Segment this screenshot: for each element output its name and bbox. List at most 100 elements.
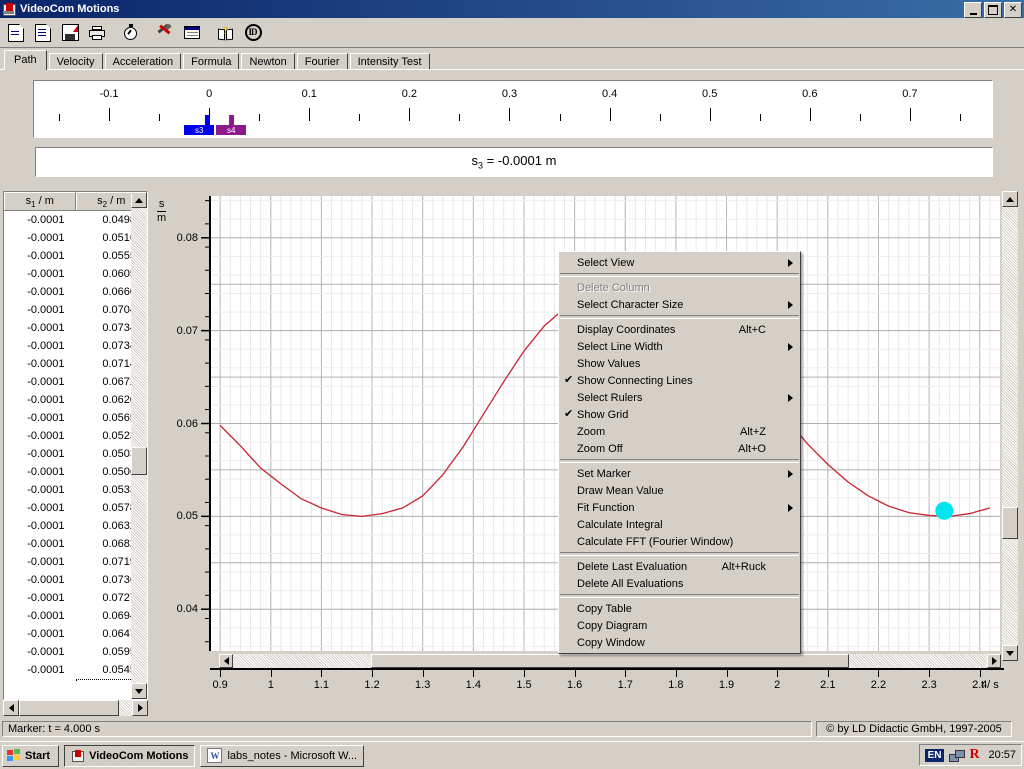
open-icon[interactable]	[30, 20, 56, 45]
ruler-marker-s3[interactable]: s3	[184, 115, 215, 135]
table-row[interactable]: -0.0001 0.0660	[4, 283, 147, 301]
table-cell[interactable]: -0.0001	[4, 481, 76, 499]
table-body[interactable]: -0.0001 0.0498 -0.0001 0.0516 -0.0001 0.0555-…	[4, 211, 147, 682]
menu-item-display-coordinates[interactable]: Display Coordinates Alt+C	[559, 321, 800, 338]
table-row[interactable]: -0.0001 0.0647	[4, 625, 147, 643]
save-icon[interactable]	[57, 20, 83, 45]
tab-intensity-test[interactable]: Intensity Test	[349, 53, 430, 70]
timer-icon[interactable]	[118, 20, 144, 45]
table-cell[interactable]: -0.0001	[4, 301, 76, 319]
menu-item-show-connecting-lines[interactable]: ✔ Show Connecting Lines	[559, 372, 800, 389]
scroll-down-button[interactable]	[131, 683, 147, 699]
ld-logo-icon[interactable]: ID	[240, 20, 266, 45]
tab-acceleration[interactable]: Acceleration	[104, 53, 182, 70]
menu-item-delete-all-evaluations[interactable]: Delete All Evaluations	[559, 575, 800, 592]
scroll-up-button[interactable]	[131, 192, 147, 208]
menu-item-zoom-off[interactable]: Zoom Off Alt+O	[559, 440, 800, 457]
scroll-left-button[interactable]	[3, 700, 19, 716]
table-cell[interactable]: -0.0001	[4, 661, 76, 679]
table-row[interactable]: -0.0001 0.0545	[4, 661, 147, 679]
menu-item-select-line-width[interactable]: Select Line Width	[559, 338, 800, 355]
table-row[interactable]: -0.0001 0.0682	[4, 535, 147, 553]
table-row[interactable]: -0.0001 0.0533	[4, 481, 147, 499]
menu-item-zoom[interactable]: Zoom Alt+Z	[559, 423, 800, 440]
menu-item-calculate-fft-fourier-window[interactable]: Calculate FFT (Fourier Window)	[559, 533, 800, 550]
window-icon[interactable]	[179, 20, 205, 45]
taskbar-item-word[interactable]: W labs_notes - Microsoft W...	[200, 744, 365, 767]
table-cell[interactable]: -0.0001	[4, 625, 76, 643]
table-hscroll-thumb[interactable]	[19, 700, 119, 716]
table-row[interactable]: -0.0001 0.0672	[4, 373, 147, 391]
table-cell[interactable]: -0.0001	[4, 607, 76, 625]
menu-item-delete-last-evaluation[interactable]: Delete Last Evaluation Alt+Ruck	[559, 558, 800, 575]
table-row[interactable]: -0.0001 0.0704	[4, 301, 147, 319]
table-row[interactable]: -0.0001 0.0565	[4, 409, 147, 427]
table-cell[interactable]: -0.0001	[4, 265, 76, 283]
cursor-marker[interactable]	[935, 501, 954, 520]
table-row[interactable]: -0.0001 0.0620	[4, 391, 147, 409]
table-cell[interactable]: -0.0001	[4, 337, 76, 355]
table-cell[interactable]: -0.0001	[4, 517, 76, 535]
table-scroll-thumb[interactable]	[131, 447, 147, 475]
table-cell[interactable]: -0.0001	[4, 535, 76, 553]
minimize-button[interactable]	[964, 2, 982, 18]
table-cell[interactable]: -0.0001	[4, 373, 76, 391]
network-icon[interactable]	[949, 749, 966, 762]
menu-item-fit-function[interactable]: Fit Function	[559, 499, 800, 516]
table-row[interactable]: -0.0001 0.0736	[4, 571, 147, 589]
table-cell[interactable]: -0.0001	[4, 571, 76, 589]
chart-scroll-left-button[interactable]	[219, 654, 233, 668]
menu-item-copy-window[interactable]: Copy Window	[559, 634, 800, 651]
new-icon[interactable]	[3, 20, 29, 45]
restore-button[interactable]	[984, 2, 1002, 18]
table-row[interactable]: -0.0001 0.0516	[4, 229, 147, 247]
table-horizontal-scrollbar[interactable]	[3, 700, 148, 716]
menu-item-set-marker[interactable]: Set Marker	[559, 465, 800, 482]
table-cell[interactable]: -0.0001	[4, 499, 76, 517]
table-cell[interactable]: -0.0001	[4, 553, 76, 571]
tab-velocity[interactable]: Velocity	[48, 53, 103, 70]
table-cell[interactable]: -0.0001	[4, 211, 76, 229]
table-cell[interactable]: -0.0001	[4, 355, 76, 373]
menu-item-draw-mean-value[interactable]: Draw Mean Value	[559, 482, 800, 499]
table-cell[interactable]: -0.0001	[4, 229, 76, 247]
menu-item-show-values[interactable]: Show Values	[559, 355, 800, 372]
print-icon[interactable]	[84, 20, 110, 45]
table-cell[interactable]: -0.0001	[4, 445, 76, 463]
chart-vertical-scrollbar[interactable]	[1002, 191, 1018, 661]
table-row[interactable]: -0.0001 0.0555	[4, 247, 147, 265]
menu-item-copy-table[interactable]: Copy Table	[559, 600, 800, 617]
table-row[interactable]: -0.0001 0.0595	[4, 643, 147, 661]
chart-horizontal-scrollbar[interactable]	[219, 654, 1001, 668]
context-menu[interactable]: Select View Delete Column Select Character…	[558, 251, 801, 654]
chart-scroll-right-button[interactable]	[987, 654, 1001, 668]
start-button[interactable]: Start	[2, 744, 60, 767]
table-row[interactable]: -0.00010.0513	[4, 679, 147, 682]
taskbar-item-videocom[interactable]: VideoCom Motions	[64, 744, 196, 767]
table-cell[interactable]: -0.0001	[4, 283, 76, 301]
table-vertical-scrollbar[interactable]	[131, 192, 147, 699]
help-icon[interactable]: ?	[213, 20, 239, 45]
table-row[interactable]: -0.0001 0.0694	[4, 607, 147, 625]
settings-icon[interactable]	[152, 20, 178, 45]
position-ruler[interactable]: -0.1 0 0.1 0.2 0.3 0.4 0.5 0.6 0.7 s3 s4	[33, 80, 993, 138]
table-row[interactable]: -0.0001 0.0632	[4, 517, 147, 535]
column-header-s1[interactable]: s1 / m	[4, 192, 76, 210]
table-row[interactable]: -0.0001 0.0523	[4, 427, 147, 445]
menu-item-copy-diagram[interactable]: Copy Diagram	[559, 617, 800, 634]
menu-item-select-rulers[interactable]: Select Rulers	[559, 389, 800, 406]
table-row[interactable]: -0.0001 0.0605	[4, 265, 147, 283]
table-row[interactable]: -0.0001 0.0503	[4, 445, 147, 463]
tab-path[interactable]: Path	[4, 50, 47, 70]
table-row[interactable]: -0.0001 0.0714	[4, 355, 147, 373]
table-cell[interactable]: -0.0001	[4, 247, 76, 265]
tab-fourier[interactable]: Fourier	[296, 53, 348, 70]
table-cell[interactable]: -0.0001	[4, 463, 76, 481]
tab-formula[interactable]: Formula	[183, 53, 240, 70]
table-cell[interactable]: -0.0001	[4, 589, 76, 607]
menu-item-calculate-integral[interactable]: Calculate Integral	[559, 516, 800, 533]
table-cell[interactable]: -0.0001	[4, 319, 76, 337]
chart-scroll-up-button[interactable]	[1002, 191, 1018, 207]
menu-item-select-view[interactable]: Select View	[559, 254, 800, 271]
chart-hscroll-thumb[interactable]	[371, 654, 849, 668]
